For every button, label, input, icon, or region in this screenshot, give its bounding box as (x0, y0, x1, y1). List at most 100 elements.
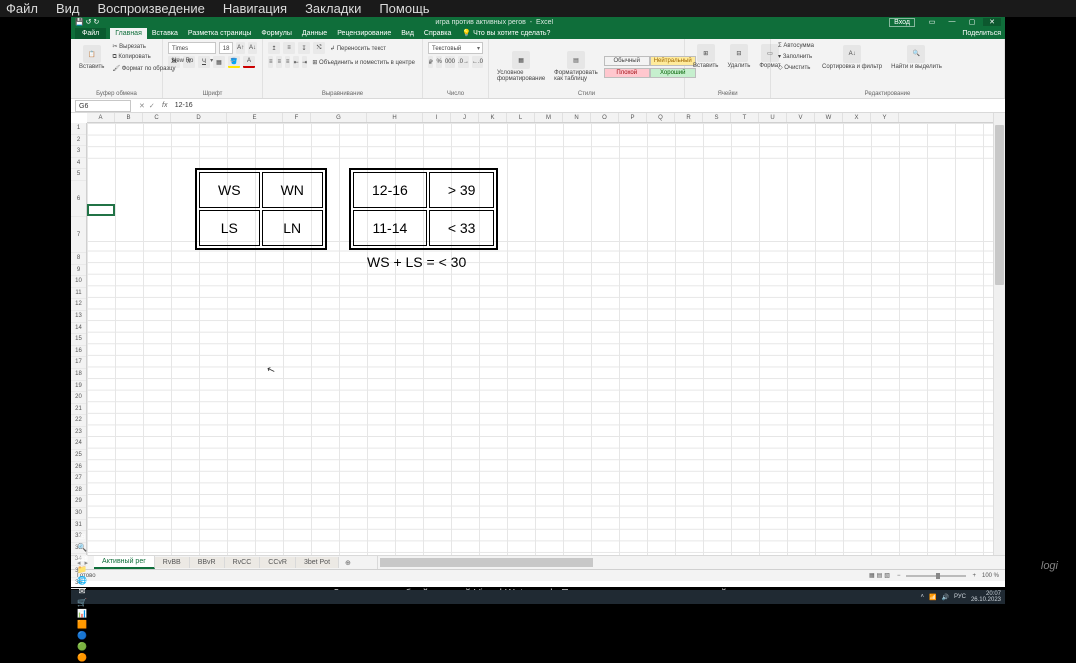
row-header[interactable]: 25 (71, 450, 86, 462)
row-header[interactable]: 16 (71, 346, 86, 358)
player-menu-item[interactable]: Закладки (305, 1, 361, 16)
ribbon-opts-icon[interactable]: ▭ (923, 18, 941, 26)
column-headers[interactable]: ABCDEFGHIJKLMNOPQRSTUVWXY (87, 113, 993, 123)
zoom-out-icon[interactable]: − (897, 573, 901, 579)
font-family-select[interactable]: Times New Ro (168, 42, 216, 54)
row-header[interactable]: 22 (71, 415, 86, 427)
taskbar-app-icon[interactable]: 🌐 (75, 575, 89, 586)
row-header[interactable]: 1 (71, 123, 86, 135)
conditional-formatting-button[interactable]: ▦Условное форматирование (494, 49, 548, 84)
formula-input[interactable]: 12-16 (171, 102, 1005, 109)
row-header[interactable]: 24 (71, 438, 86, 450)
maximize-icon[interactable]: ▢ (963, 18, 981, 26)
taskbar-app-icon[interactable]: 📊 (75, 608, 89, 619)
cell[interactable]: WN (262, 172, 323, 208)
indent-inc-icon[interactable]: ⇥ (302, 56, 307, 68)
sheet-tab[interactable]: 3bet Pot (296, 557, 339, 568)
row-header[interactable]: 20 (71, 392, 86, 404)
taskbar-app-icon[interactable]: 📁 (75, 564, 89, 575)
row-header[interactable]: 2 (71, 135, 86, 147)
insert-cells-button[interactable]: ⊞Вставить (690, 42, 721, 71)
delete-cells-button[interactable]: ⊟Удалить (724, 42, 753, 71)
column-header[interactable]: W (815, 113, 843, 122)
vertical-scrollbar[interactable] (993, 113, 1005, 555)
new-sheet-button[interactable]: ⊕ (339, 559, 357, 567)
taskbar-app-icon[interactable]: 🟢 (75, 641, 89, 652)
enter-formula-icon[interactable]: ✓ (149, 102, 155, 110)
row-header[interactable]: 18 (71, 369, 86, 381)
horizontal-scrollbar[interactable] (377, 556, 1005, 569)
column-header[interactable]: F (283, 113, 311, 122)
fill-button[interactable]: ▾ Заполнить (776, 52, 816, 61)
ribbon-tab[interactable]: Рецензирование (332, 28, 396, 39)
row-header[interactable]: 30 (71, 508, 86, 520)
taskbar-app-icon[interactable]: 🛒 (75, 597, 89, 608)
scrollbar-thumb[interactable] (380, 558, 593, 567)
inc-decimal-icon[interactable]: .0→ (458, 56, 469, 68)
ribbon-tab[interactable]: Разметка страницы (183, 28, 257, 39)
sheet-tab[interactable]: BBvR (190, 557, 225, 568)
sheet-tab-active[interactable]: Активный рег (94, 556, 155, 569)
qa-toolbar[interactable]: 💾 ↺ ↻ (75, 18, 99, 26)
column-header[interactable]: L (507, 113, 535, 122)
player-menu-item[interactable]: Файл (6, 1, 38, 16)
row-header[interactable]: 23 (71, 427, 86, 439)
share-button[interactable]: Поделиться (962, 30, 1001, 37)
column-header[interactable]: G (311, 113, 367, 122)
row-header[interactable]: 26 (71, 462, 86, 474)
zoom-in-icon[interactable]: + (972, 573, 976, 579)
worksheet-grid[interactable]: ABCDEFGHIJKLMNOPQRSTUVWXY 12345678910111… (71, 113, 1005, 555)
ribbon-tab[interactable]: Справка (419, 28, 456, 39)
cell[interactable]: > 39 (429, 172, 495, 208)
paste-button[interactable]: 📋Вставить (76, 43, 107, 72)
row-header[interactable]: 19 (71, 381, 86, 393)
cell[interactable]: 12-16 (353, 172, 427, 208)
sheet-tab[interactable]: CCvR (260, 557, 296, 568)
align-center-icon[interactable]: ≡ (276, 56, 281, 68)
sheet-tab[interactable]: RvBB (155, 557, 190, 568)
style-bad[interactable]: Плохой (604, 68, 650, 78)
taskbar-clock[interactable]: 20:07 26.10.2023 (971, 591, 1001, 603)
column-header[interactable]: X (843, 113, 871, 122)
player-menu-item[interactable]: Воспроизведение (98, 1, 205, 16)
view-mode-icon[interactable]: ▦ (869, 573, 875, 579)
row-header[interactable]: 13 (71, 311, 86, 323)
ribbon-tab[interactable]: Вид (396, 28, 419, 39)
player-menu-item[interactable]: Помощь (379, 1, 429, 16)
row-header[interactable]: 10 (71, 276, 86, 288)
currency-icon[interactable]: ₽ (428, 56, 433, 68)
column-header[interactable]: J (451, 113, 479, 122)
column-header[interactable]: Y (871, 113, 899, 122)
sheet-tab[interactable]: RvCC (225, 557, 261, 568)
style-normal[interactable]: Обычный (604, 56, 650, 66)
name-box[interactable]: G6 (75, 100, 131, 112)
column-header[interactable]: A (87, 113, 115, 122)
tray-network-icon[interactable]: 📶 (929, 594, 936, 601)
shrink-font-icon[interactable]: A↓ (248, 42, 257, 54)
wrap-text-button[interactable]: ↲ Переносить текст (328, 44, 388, 53)
align-left-icon[interactable]: ≡ (268, 56, 273, 68)
zoom-level[interactable]: 100 % (982, 573, 999, 579)
ribbon-tab[interactable]: Вставка (147, 28, 183, 39)
taskbar-app-icon[interactable]: 🔍 (75, 542, 89, 553)
column-header[interactable]: I (423, 113, 451, 122)
dec-decimal-icon[interactable]: ←.0 (472, 56, 483, 68)
taskbar-app-icon[interactable]: ⌨ (75, 553, 89, 564)
row-header[interactable]: 5 (71, 169, 86, 181)
font-size-select[interactable]: 18 (219, 42, 233, 54)
row-header[interactable]: 15 (71, 334, 86, 346)
view-mode-icon[interactable]: ▧ (884, 573, 890, 579)
column-header[interactable]: D (171, 113, 227, 122)
column-header[interactable]: T (731, 113, 759, 122)
tray-chevron-icon[interactable]: ˄ (920, 594, 924, 600)
row-headers[interactable]: 1234567891011121314151617181920212223242… (71, 123, 87, 555)
grow-font-icon[interactable]: A↑ (236, 42, 245, 54)
row-header[interactable]: 8 (71, 253, 86, 265)
row-header[interactable]: 7 (71, 217, 86, 253)
player-menu-item[interactable]: Навигация (223, 1, 287, 16)
align-right-icon[interactable]: ≡ (285, 56, 290, 68)
column-header[interactable]: V (787, 113, 815, 122)
column-header[interactable]: Q (647, 113, 675, 122)
border-icon[interactable]: ▦ (213, 56, 225, 68)
fill-color-icon[interactable]: 🪣 (228, 56, 240, 68)
